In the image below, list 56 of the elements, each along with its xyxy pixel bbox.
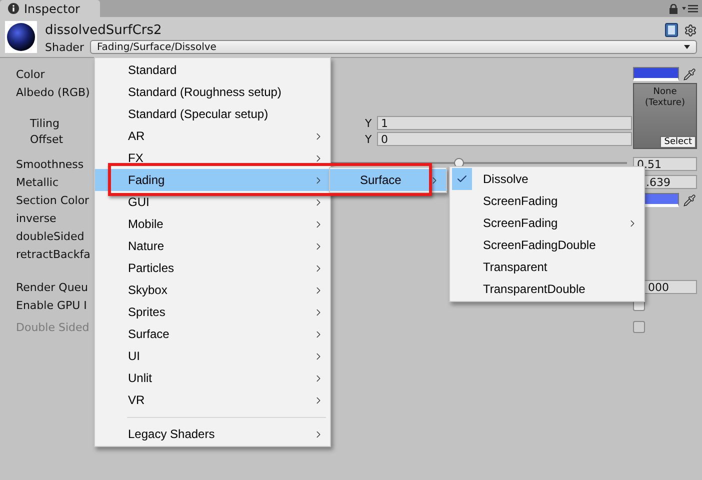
number-field[interactable]: 1 — [377, 116, 632, 130]
lock-icon[interactable] — [669, 4, 678, 14]
caret-icon — [684, 45, 690, 49]
menu-item[interactable]: VR — [95, 389, 330, 411]
menu-item[interactable]: Particles — [95, 257, 330, 279]
property-label: Albedo (RGB) — [16, 86, 90, 98]
info-icon — [8, 3, 19, 14]
shader-label: Shader — [45, 40, 84, 54]
setting-label: Render Queu — [16, 280, 88, 294]
eyedropper-icon[interactable] — [683, 194, 696, 206]
menu-item[interactable]: Sprites — [95, 301, 330, 323]
eyedropper-icon[interactable] — [683, 68, 696, 80]
menu-item[interactable]: ScreenFading — [450, 212, 644, 234]
texture-slot[interactable]: None (Texture) Select — [633, 83, 697, 149]
menu-item[interactable]: FX — [95, 147, 330, 169]
menu-icon[interactable] — [682, 4, 698, 13]
shader-dropdown[interactable]: Fading/Surface/Dissolve — [90, 40, 697, 54]
property-label: doubleSided — [16, 230, 84, 242]
setting-label: Enable GPU I — [16, 298, 87, 312]
menu-item[interactable]: Surface — [95, 323, 330, 345]
property-label: inverse — [16, 212, 56, 224]
property-label: retractBackfa — [16, 248, 90, 260]
property-label: Section Color — [16, 194, 90, 206]
menu-item[interactable]: Standard — [95, 59, 330, 81]
menu-item[interactable]: ScreenFading — [450, 190, 644, 212]
property-label: Color — [16, 68, 45, 80]
select-button[interactable]: Select — [660, 136, 696, 148]
settings-icon[interactable] — [684, 24, 697, 36]
menu-item[interactable]: Mobile — [95, 213, 330, 235]
axis-label: Y — [365, 132, 373, 146]
menu-item[interactable]: Skybox — [95, 279, 330, 301]
help-book-icon[interactable] — [665, 23, 678, 37]
color-swatch[interactable] — [633, 67, 679, 81]
setting-label: Double Sided — [16, 320, 90, 334]
axis-label: Y — [365, 116, 373, 130]
property-label: Offset — [30, 132, 64, 146]
number-field[interactable]: 0 — [377, 132, 632, 146]
menu-item[interactable]: Legacy Shaders — [95, 423, 330, 445]
inspector-tab[interactable]: Inspector — [0, 0, 100, 17]
menu-item[interactable]: Fading — [95, 169, 330, 191]
menu-item[interactable]: Standard (Specular setup) — [95, 103, 330, 125]
property-label: Metallic — [16, 176, 59, 188]
menu-item[interactable]: Unlit — [95, 367, 330, 389]
property-label: Tiling — [30, 116, 60, 130]
property-label: Smoothness — [16, 158, 84, 170]
menu-item[interactable]: AR — [95, 125, 330, 147]
check-icon — [456, 173, 468, 185]
menu-item[interactable]: Surface — [330, 169, 446, 191]
sphere-icon — [5, 21, 37, 53]
menu-item[interactable]: Standard (Roughness setup) — [95, 81, 330, 103]
menu-item[interactable]: ScreenFadingDouble — [450, 234, 644, 256]
menu-item[interactable]: Transparent — [450, 256, 644, 278]
menu-item[interactable]: Nature — [95, 235, 330, 257]
material-name: dissolvedSurfCrs2 — [45, 22, 162, 38]
menu-item[interactable]: GUI — [95, 191, 330, 213]
menu-item[interactable]: UI — [95, 345, 330, 367]
